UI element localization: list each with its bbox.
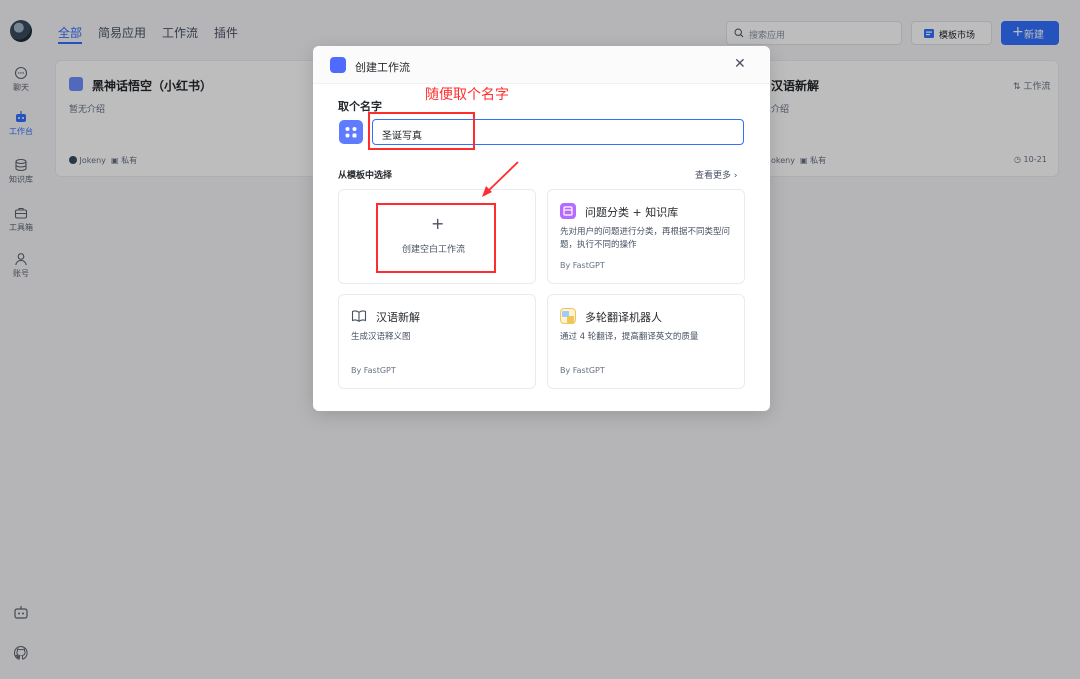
annotation-box (368, 112, 475, 150)
workflow-icon (330, 57, 346, 73)
translate-icon (560, 308, 576, 324)
annotation-hint: 随便取个名字 (425, 87, 509, 103)
chevron-right-icon: › (733, 171, 738, 181)
template-name: 汉语新解 (376, 311, 420, 324)
app-avatar-picker[interactable] (339, 120, 363, 144)
template-card[interactable]: 汉语新解 生成汉语释义图 By FastGPT (338, 294, 536, 389)
template-desc: 通过 4 轮翻译，提高翻译英文的质量 (560, 332, 699, 342)
template-author: By FastGPT (560, 261, 605, 270)
modal-header: 创建工作流 ✕ (313, 46, 770, 84)
view-more-link[interactable]: 查看更多 › (695, 168, 738, 181)
template-card[interactable]: 多轮翻译机器人 通过 4 轮翻译，提高翻译英文的质量 By FastGPT (547, 294, 745, 389)
classify-icon (560, 203, 576, 219)
annotation-box (376, 203, 496, 273)
more-label: 查看更多 (695, 171, 732, 181)
close-icon[interactable]: ✕ (734, 56, 746, 72)
modal-title: 创建工作流 (355, 61, 410, 74)
template-section-label: 从模板中选择 (338, 171, 393, 181)
template-author: By FastGPT (351, 366, 396, 375)
template-name: 多轮翻译机器人 (585, 311, 662, 324)
template-desc: 先对用户的问题进行分类，再根据不同类型问题，执行不同的操作 (560, 227, 731, 250)
book-icon (351, 310, 367, 323)
template-desc: 生成汉语释义图 (351, 332, 411, 342)
template-card[interactable]: 问题分类 + 知识库 先对用户的问题进行分类，再根据不同类型问题，执行不同的操作… (547, 189, 745, 284)
template-name: 问题分类 + 知识库 (585, 206, 679, 219)
template-author: By FastGPT (560, 366, 605, 375)
workflow-icon (345, 127, 357, 138)
